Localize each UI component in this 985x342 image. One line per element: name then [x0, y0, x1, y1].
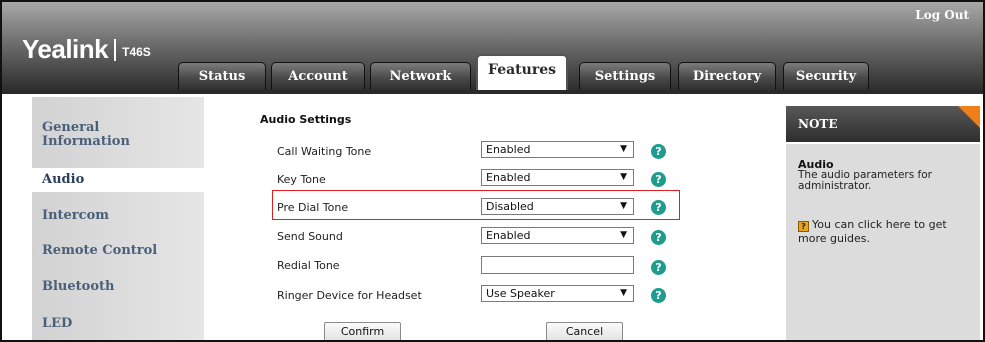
tab-account[interactable]: Account	[271, 62, 365, 90]
tab-security[interactable]: Security	[783, 62, 869, 90]
note-guide-link[interactable]: ? You can click here to get more guides.	[798, 218, 976, 245]
note-header: NOTE	[786, 106, 980, 142]
label-send-sound: Send Sound	[277, 230, 343, 243]
select-value: Enabled	[486, 229, 531, 242]
guide-text[interactable]: You can click here to get more guides.	[798, 218, 947, 245]
select-value: Use Speaker	[486, 287, 555, 300]
phone-web-ui: Yealink T46S Log Out Status Account Netw…	[0, 0, 985, 342]
ringer-device-select[interactable]: Use Speaker ▼	[481, 285, 634, 302]
sidebar-item-intercom[interactable]: Intercom	[42, 209, 109, 223]
tab-directory[interactable]: Directory	[678, 62, 776, 90]
tab-features[interactable]: Features	[476, 54, 568, 90]
book-icon[interactable]: ?	[798, 221, 809, 232]
select-value: Disabled	[486, 200, 534, 213]
redial-tone-input[interactable]	[481, 256, 634, 274]
triangle-down-icon: ▼	[620, 288, 627, 298]
sidebar-item-remote-control[interactable]: Remote Control	[42, 244, 157, 258]
sidebar: General Information Audio Intercom Remot…	[32, 97, 204, 340]
tab-settings[interactable]: Settings	[579, 62, 671, 90]
triangle-down-icon: ▼	[620, 230, 627, 240]
sidebar-item-audio[interactable]: Audio	[32, 168, 204, 192]
triangle-down-icon: ▼	[620, 172, 627, 182]
confirm-button[interactable]: Confirm	[324, 322, 401, 340]
question-circle-icon[interactable]: ?	[651, 288, 666, 303]
label-key-tone: Key Tone	[277, 173, 326, 186]
triangle-down-icon: ▼	[620, 144, 627, 154]
key-tone-select[interactable]: Enabled ▼	[481, 169, 634, 186]
sidebar-item-led[interactable]: LED	[42, 317, 72, 331]
header-divider	[2, 90, 983, 94]
select-value: Enabled	[486, 143, 531, 156]
section-title: Audio Settings	[260, 113, 352, 126]
question-circle-icon[interactable]: ?	[651, 200, 666, 215]
top-header: Yealink T46S Log Out Status Account Netw…	[2, 2, 983, 92]
question-circle-icon[interactable]: ?	[651, 230, 666, 245]
pre-dial-tone-select[interactable]: Disabled ▼	[481, 198, 634, 215]
note-title: NOTE	[798, 117, 838, 131]
label-pre-dial-tone: Pre Dial Tone	[277, 201, 349, 214]
tab-status[interactable]: Status	[178, 62, 266, 90]
send-sound-select[interactable]: Enabled ▼	[481, 227, 634, 244]
label-call-waiting-tone: Call Waiting Tone	[277, 145, 372, 158]
call-waiting-tone-select[interactable]: Enabled ▼	[481, 141, 634, 158]
triangle-down-icon: ▼	[620, 201, 627, 211]
question-circle-icon[interactable]: ?	[651, 144, 666, 159]
question-circle-icon[interactable]: ?	[651, 260, 666, 275]
note-corner-accent	[958, 106, 980, 128]
label-redial-tone: Redial Tone	[277, 259, 340, 272]
note-description: The audio parameters for administrator.	[798, 169, 932, 192]
question-circle-icon[interactable]: ?	[651, 172, 666, 187]
logo-model: T46S	[122, 44, 151, 59]
sidebar-item-bluetooth[interactable]: Bluetooth	[42, 280, 114, 294]
tab-network[interactable]: Network	[370, 62, 471, 90]
logo-separator	[114, 38, 117, 61]
logout-link[interactable]: Log Out	[915, 8, 969, 22]
yealink-logo: Yealink T46S	[22, 34, 151, 65]
select-value: Enabled	[486, 171, 531, 184]
note-panel: Audio The audio parameters for administr…	[786, 144, 980, 340]
sidebar-item-general-information[interactable]: General Information	[42, 121, 130, 149]
logo-brand: Yealink	[22, 34, 109, 64]
cancel-button[interactable]: Cancel	[546, 322, 623, 340]
label-ringer-device-for-headset: Ringer Device for Headset	[277, 289, 422, 302]
